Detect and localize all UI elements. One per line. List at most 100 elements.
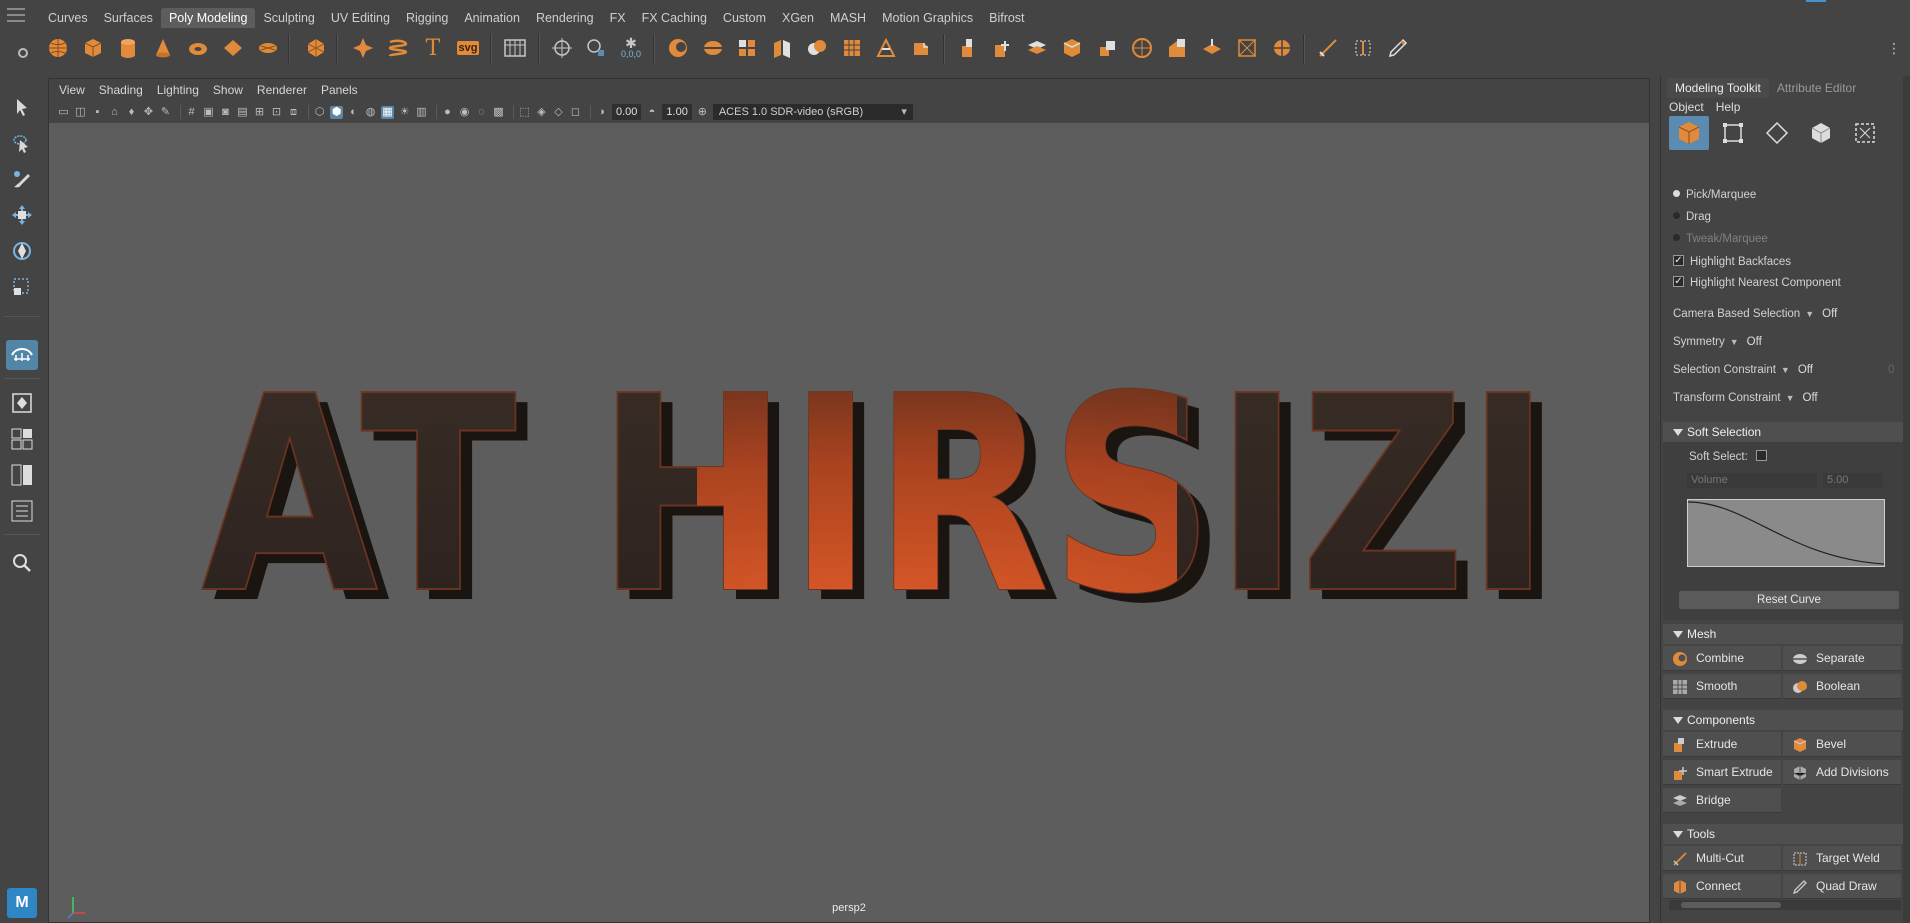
poly-torus-icon[interactable] (184, 34, 212, 62)
gamma-icon[interactable]: ◓ (645, 106, 658, 119)
extrude-button[interactable]: Extrude (1663, 732, 1781, 757)
xray-icon[interactable]: ◈ (535, 106, 548, 119)
poly-cone-icon[interactable] (149, 34, 177, 62)
align-icon[interactable] (548, 34, 576, 62)
drag-option[interactable]: Drag (1673, 208, 1711, 226)
toolkit-horizontal-scrollbar[interactable] (1669, 900, 1901, 910)
separate-icon[interactable] (699, 34, 727, 62)
panel-menu-view[interactable]: View (59, 83, 85, 97)
search-icon[interactable] (6, 548, 38, 578)
safe-action-icon[interactable]: ⊡ (270, 106, 283, 119)
soft-select-checkbox[interactable]: Soft Select: (1689, 448, 1773, 466)
falloff-mode-dropdown[interactable]: Volume (1687, 473, 1817, 488)
falloff-radius-field[interactable]: 5.00 (1823, 473, 1883, 488)
multi-cut-icon[interactable] (1314, 34, 1342, 62)
combine-button[interactable]: Combine (1663, 646, 1781, 671)
shelf-tab-bifrost[interactable]: Bifrost (981, 8, 1032, 28)
smooth-button[interactable]: Smooth (1663, 674, 1781, 699)
edge-mode-icon[interactable] (1757, 116, 1797, 150)
exposure-icon[interactable]: ◑ (595, 106, 608, 119)
motion-blur-icon[interactable]: ◉ (458, 106, 471, 119)
modeling-toolkit-icon[interactable] (6, 340, 38, 370)
svg-icon[interactable]: svg (454, 34, 482, 62)
connect-button[interactable]: Connect (1663, 874, 1781, 899)
separate-button[interactable]: Separate (1783, 646, 1901, 671)
bridge-icon[interactable] (1023, 34, 1051, 62)
shelf-tab-rigging[interactable]: Rigging (398, 8, 456, 28)
panel-menu-show[interactable]: Show (213, 83, 243, 97)
symmetry-option[interactable]: Symmetry ▼ Off (1673, 333, 1762, 351)
poly-sphere-icon[interactable] (44, 34, 72, 62)
shelf-settings-gear-icon[interactable] (18, 48, 28, 58)
toolkit-vertical-scrollbar[interactable] (1903, 76, 1910, 923)
tools-section-header[interactable]: Tools (1663, 824, 1907, 844)
selection-constraint-option[interactable]: Selection Constraint ▼ Off 0 (1673, 361, 1894, 379)
depth-of-field-icon[interactable]: ▩ (492, 106, 505, 119)
bevel-icon[interactable] (1058, 34, 1086, 62)
menu-object[interactable]: Object (1669, 98, 1704, 116)
uv-mode-icon[interactable] (1845, 116, 1885, 150)
boolean-button[interactable]: Boolean (1783, 674, 1901, 699)
color-management-icon[interactable]: ⊕ (696, 106, 709, 119)
view-transform-dropdown[interactable]: ACES 1.0 SDR-video (sRGB) (712, 104, 913, 120)
add-divisions-button[interactable]: Add Divisions (1783, 760, 1901, 785)
layout-two-icon[interactable] (6, 460, 38, 490)
3d-scene-view[interactable]: AT HIRSIZI AT HIRSIZI AT HIRSIZI persp2 (49, 123, 1649, 922)
gate-mask-icon[interactable]: ▤ (236, 106, 249, 119)
default-material-icon[interactable]: ◐ (347, 106, 360, 119)
camera-based-selection-option[interactable]: Camera Based Selection ▼ Off (1673, 305, 1837, 323)
super-shape-icon[interactable] (349, 34, 377, 62)
smooth-shade-icon[interactable]: ⬢ (330, 105, 343, 119)
extrude-icon[interactable] (954, 34, 982, 62)
safe-title-icon[interactable]: ⧈ (287, 106, 300, 119)
shelf-tab-sculpting[interactable]: Sculpting (255, 8, 322, 28)
mesh-section-header[interactable]: Mesh (1663, 624, 1907, 644)
vertex-mode-icon[interactable] (1713, 116, 1753, 150)
smart-extrude-button[interactable]: Smart Extrude (1663, 760, 1781, 785)
insert-loop-icon[interactable] (1233, 34, 1261, 62)
resolution-gate-icon[interactable]: ◙ (219, 106, 232, 119)
target-weld-button[interactable]: Target Weld (1783, 846, 1901, 871)
grid-icon[interactable]: # (185, 106, 198, 119)
insert-frame-icon[interactable] (501, 34, 529, 62)
move-tool-icon[interactable] (6, 200, 38, 230)
object-mode-icon[interactable] (1669, 116, 1709, 150)
target-weld-icon[interactable] (1268, 34, 1296, 62)
poly-disc-icon[interactable] (254, 34, 282, 62)
poke-icon[interactable] (1093, 34, 1121, 62)
gamma-field[interactable]: 1.00 (662, 104, 692, 120)
wireframe-icon[interactable]: ⬡ (313, 106, 326, 119)
bevel-button[interactable]: Bevel (1783, 732, 1901, 757)
film-gate-icon[interactable]: ▣ (202, 106, 215, 119)
shelf-scroll-icon[interactable]: ⋮ (1880, 34, 1908, 62)
helix-icon[interactable] (384, 34, 412, 62)
shelf-tab-mash[interactable]: MASH (822, 8, 874, 28)
image-plane-icon[interactable]: ♦ (125, 106, 138, 119)
mirror-icon[interactable] (768, 34, 796, 62)
platonic-icon[interactable] (302, 34, 330, 62)
grease-pencil-icon[interactable]: ✎ (159, 106, 172, 119)
outliner-layout-icon[interactable] (6, 496, 38, 526)
multi-cut-button[interactable]: Multi-Cut (1663, 846, 1781, 871)
layout-single-icon[interactable] (6, 388, 38, 418)
shelf-tab-fx[interactable]: FX (602, 8, 634, 28)
panel-menu-panels[interactable]: Panels (321, 83, 358, 97)
poly-plane-icon[interactable] (219, 34, 247, 62)
panel-menu-shading[interactable]: Shading (99, 83, 143, 97)
xray-joints-icon[interactable]: ◇ (552, 106, 565, 119)
boolean-icon[interactable] (803, 34, 831, 62)
anti-aliasing-icon[interactable]: ◌ (475, 106, 488, 119)
quad-draw-icon[interactable] (1384, 34, 1412, 62)
bridge-button[interactable]: Bridge (1663, 788, 1781, 813)
menu-help[interactable]: Help (1716, 98, 1741, 116)
camera-bookmark-icon[interactable]: ▪ (91, 106, 104, 119)
duplicate-face-icon[interactable] (1163, 34, 1191, 62)
2d-pan-icon[interactable]: ✥ (142, 106, 155, 119)
tweak-marquee-option[interactable]: Tweak/Marquee (1673, 230, 1768, 248)
combine-icon[interactable] (664, 34, 692, 62)
type-icon[interactable]: T (419, 34, 447, 62)
backface-culling-icon[interactable]: ◻ (569, 106, 582, 119)
extract-icon[interactable] (733, 34, 761, 62)
highlight-nearest-checkbox[interactable]: ✓ Highlight Nearest Component (1673, 274, 1841, 292)
quad-draw-button[interactable]: Quad Draw (1783, 874, 1901, 899)
